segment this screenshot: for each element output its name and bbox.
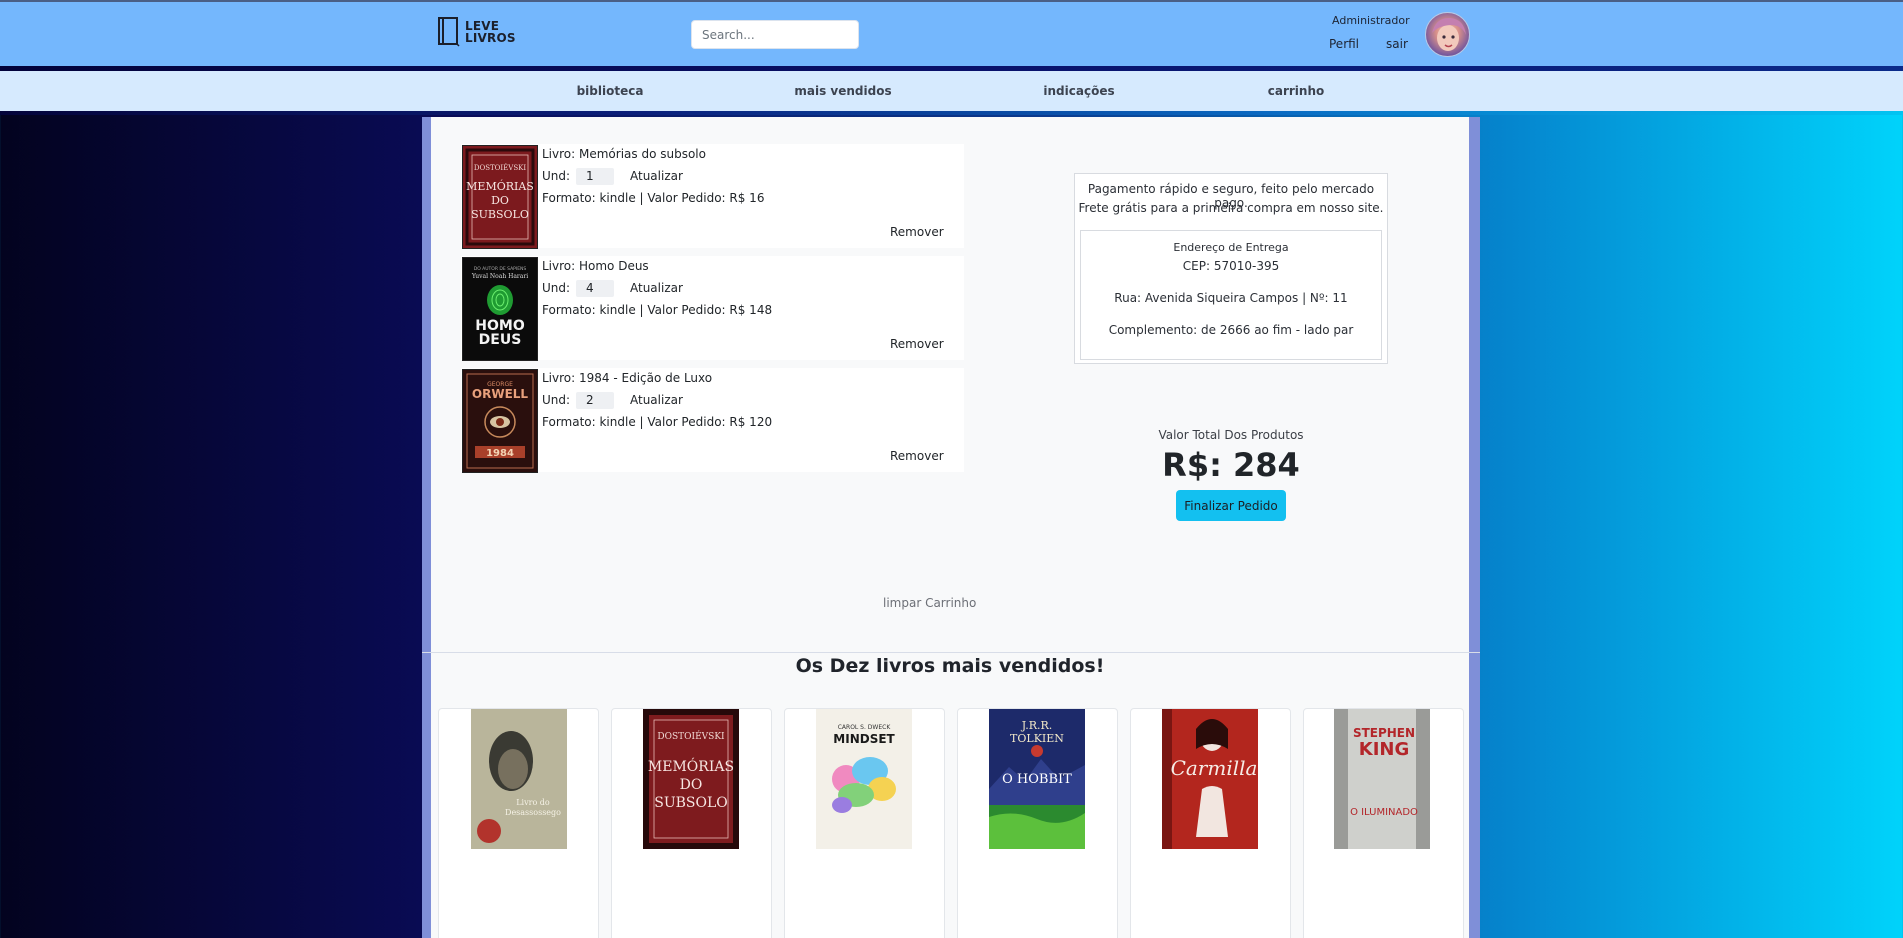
quantity-input[interactable]: 1 — [576, 168, 614, 185]
svg-text:STEPHEN: STEPHEN — [1353, 726, 1415, 740]
svg-text:Carmilla: Carmilla — [1171, 756, 1258, 780]
quantity-input[interactable]: 2 — [576, 392, 614, 409]
user-role: Administrador — [1332, 14, 1410, 27]
bestseller-cover-mindset[interactable]: CAROL S. DWECK MINDSET — [816, 709, 912, 849]
bestseller-cover-o-hobbit[interactable]: J.R.R. TOLKIEN O HOBBIT — [989, 709, 1085, 849]
qty-label: Und: — [542, 169, 571, 183]
bestseller-cover-o-iluminado[interactable]: STEPHEN KING O ILUMINADO — [1334, 709, 1430, 849]
clear-cart-link[interactable]: limpar Carrinho — [883, 596, 976, 610]
svg-text:Yuval Noah Harari: Yuval Noah Harari — [471, 273, 528, 280]
address-cep: CEP: 57010-395 — [1182, 259, 1280, 273]
address-street: Rua: Avenida Siqueira Campos | Nº: 11 — [1114, 291, 1348, 305]
total-label: Valor Total Dos Produtos — [1158, 428, 1304, 442]
logout-link[interactable]: sair — [1386, 37, 1408, 51]
quantity-input[interactable]: 4 — [576, 280, 614, 297]
main-nav — [0, 71, 1903, 111]
profile-link[interactable]: Perfil — [1329, 37, 1359, 51]
nav-item-carrinho[interactable]: carrinho — [1268, 84, 1325, 98]
svg-text:DO: DO — [491, 194, 509, 207]
svg-text:J.R.R.: J.R.R. — [1021, 719, 1053, 732]
bestseller-cover-livro-do-desassossego[interactable]: Livro do Desassossego — [471, 709, 567, 849]
cart-item-title: Livro: Memórias do subsolo — [542, 147, 706, 161]
nav-item-indicacoes[interactable]: indicações — [1043, 84, 1114, 98]
cart-item-details: Formato: kindle | Valor Pedido: R$ 16 — [542, 191, 765, 205]
svg-text:SUBSOLO: SUBSOLO — [471, 208, 529, 221]
avatar[interactable] — [1425, 12, 1470, 57]
svg-text:DEUS: DEUS — [479, 332, 522, 348]
svg-text:O ILUMINADO: O ILUMINADO — [1350, 807, 1418, 818]
svg-text:DOSTOIÉVSKI: DOSTOIÉVSKI — [657, 730, 725, 742]
svg-text:ORWELL: ORWELL — [472, 387, 529, 401]
svg-text:DO: DO — [680, 777, 703, 793]
svg-text:SUBSOLO: SUBSOLO — [654, 795, 728, 811]
svg-text:MINDSET: MINDSET — [833, 732, 895, 746]
svg-text:DO AUTOR DE SAPIENS: DO AUTOR DE SAPIENS — [474, 266, 527, 272]
top-header — [0, 0, 1903, 68]
site-logo[interactable]: LEVE LIVROS — [437, 16, 516, 47]
payment-info-line-2: Frete grátis para a primeira compra em n… — [1078, 201, 1384, 215]
svg-text:DOSTOIÉVSKI: DOSTOIÉVSKI — [474, 163, 527, 172]
book-cover-memorias: DOSTOIÉVSKI MEMÓRIAS DO SUBSOLO — [462, 145, 538, 249]
remove-button[interactable]: Remover — [890, 449, 944, 463]
logo-line-1: LEVE — [465, 18, 500, 33]
qty-label: Und: — [542, 281, 571, 295]
svg-text:MEMÓRIAS: MEMÓRIAS — [466, 179, 534, 193]
qty-label: Und: — [542, 393, 571, 407]
cart-item-details: Formato: kindle | Valor Pedido: R$ 120 — [542, 415, 773, 429]
update-button[interactable]: Atualizar — [630, 281, 683, 295]
nav-item-mais-vendidos[interactable]: mais vendidos — [794, 84, 891, 98]
remove-button[interactable]: Remover — [890, 225, 944, 239]
avatar-image — [1432, 17, 1466, 51]
bestseller-cover-memorias-do-subsolo[interactable]: DOSTOIÉVSKI MEMÓRIAS DO SUBSOLO — [643, 709, 739, 849]
nav-item-biblioteca[interactable]: biblioteca — [577, 84, 644, 98]
cart-item-title: Livro: Homo Deus — [542, 259, 649, 273]
address-complement: Complemento: de 2666 ao fim - lado par — [1108, 323, 1354, 337]
remove-button[interactable]: Remover — [890, 337, 944, 351]
book-cover-1984: GEORGE ORWELL 1984 — [462, 369, 538, 473]
svg-text:KING: KING — [1359, 739, 1409, 760]
logo-line-2: LIVROS — [465, 30, 516, 45]
svg-text:O HOBBIT: O HOBBIT — [1002, 772, 1072, 787]
update-button[interactable]: Atualizar — [630, 393, 683, 407]
logo-wordmark: LEVE LIVROS — [465, 20, 516, 44]
svg-text:Desassossego: Desassossego — [505, 808, 561, 817]
checkout-button[interactable]: Finalizar Pedido — [1176, 490, 1286, 521]
svg-text:MEMÓRIAS: MEMÓRIAS — [648, 757, 734, 775]
svg-text:TOLKIEN: TOLKIEN — [1010, 732, 1064, 745]
total-value: R$: 284 — [1162, 446, 1300, 484]
bestseller-cover-carmilla[interactable]: Carmilla — [1162, 709, 1258, 849]
section-divider — [422, 652, 1480, 653]
search-input[interactable] — [691, 20, 859, 49]
update-button[interactable]: Atualizar — [630, 169, 683, 183]
svg-text:CAROL S. DWECK: CAROL S. DWECK — [838, 724, 892, 731]
book-cover-homo-deus: DO AUTOR DE SAPIENS Yuval Noah Harari HO… — [462, 257, 538, 361]
bestsellers-title: Os Dez livros mais vendidos! — [795, 655, 1105, 677]
svg-text:Livro do: Livro do — [516, 798, 550, 807]
address-heading: Endereço de Entrega — [1173, 241, 1289, 254]
book-icon — [438, 17, 460, 47]
cart-item-title: Livro: 1984 - Edição de Luxo — [542, 371, 713, 385]
cart-item-details: Formato: kindle | Valor Pedido: R$ 148 — [542, 303, 773, 317]
nav-divider — [0, 111, 1903, 115]
svg-text:1984: 1984 — [486, 448, 514, 459]
